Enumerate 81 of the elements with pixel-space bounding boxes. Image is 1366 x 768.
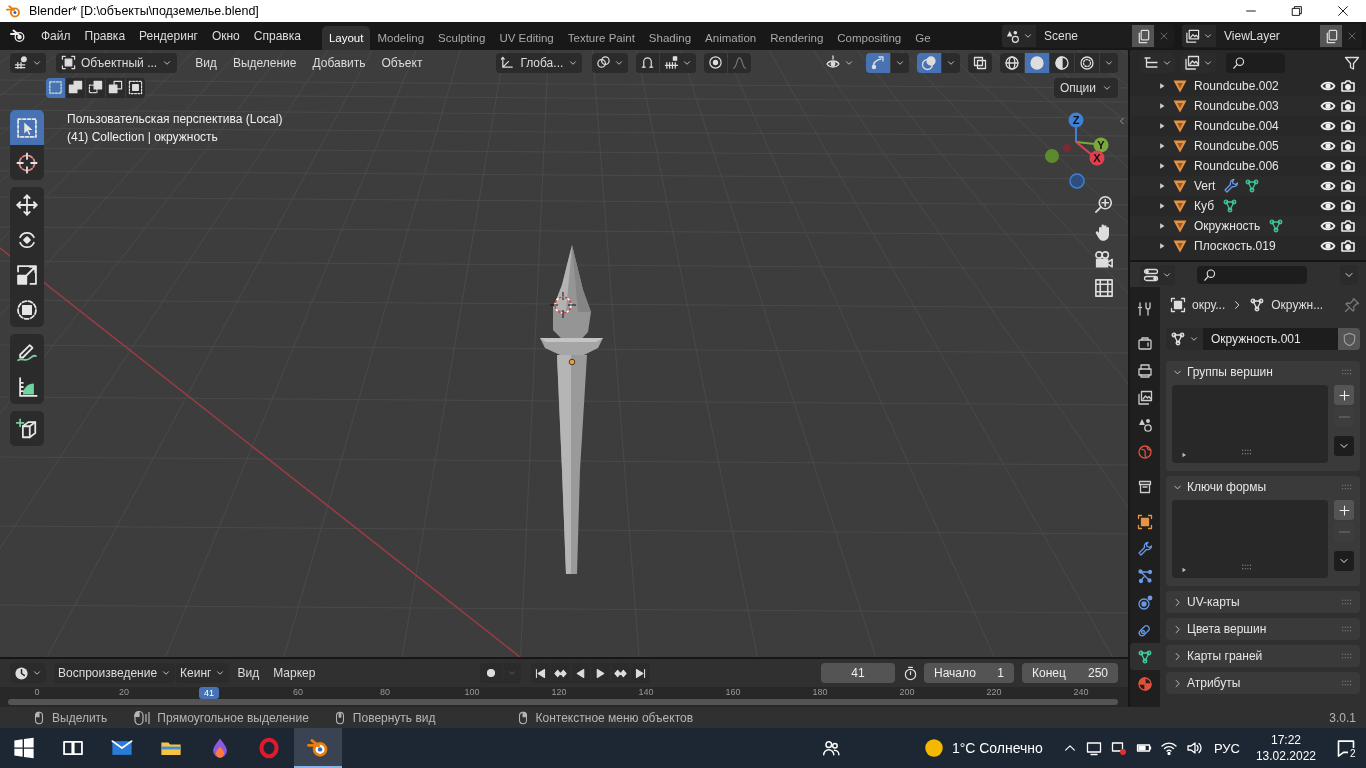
- workspace-tab[interactable]: Sculpting: [431, 26, 493, 50]
- frame-tick-label: 100: [464, 687, 480, 697]
- panel-title[interactable]: Ключи формы: [1187, 480, 1267, 494]
- menu-item[interactable]: Окно: [204, 29, 247, 43]
- axis-label: Z: [1072, 114, 1080, 126]
- frame-tick-label: 140: [638, 687, 654, 697]
- clock-date[interactable]: 13.02.2022: [1255, 748, 1316, 764]
- workspace-tab[interactable]: Compositing: [830, 26, 909, 50]
- hint-text: Прямоугольное выделение: [157, 710, 309, 725]
- menu-item[interactable]: Выделение: [224, 55, 305, 70]
- outliner-row[interactable]: Плоскость.019: [1130, 236, 1366, 256]
- axis-label: X: [1093, 152, 1101, 164]
- object-name: Roundcube.002: [1194, 79, 1279, 93]
- workspace-tab[interactable]: Modeling: [370, 26, 432, 50]
- outliner-row[interactable]: Roundcube.002: [1130, 76, 1366, 96]
- language-indicator[interactable]: РУС: [1207, 740, 1246, 756]
- frame-tick-label: 120: [551, 687, 567, 697]
- datablock-field[interactable]: Окружность.001: [1203, 328, 1338, 350]
- object-name: Куб: [1194, 199, 1214, 213]
- object-name: Roundcube.005: [1194, 139, 1279, 153]
- object-name: Окружность: [1194, 219, 1261, 233]
- breadcrumb-item[interactable]: окру...: [1192, 298, 1226, 312]
- workspace-tab[interactable]: Ge: [908, 26, 938, 50]
- object-name: Vert: [1194, 179, 1216, 193]
- menu-dropdown[interactable]: Воспроизведение: [54, 663, 176, 683]
- start-frame-field[interactable]: Начало 1: [924, 663, 1014, 683]
- breadcrumb-item[interactable]: Окружн...: [1271, 298, 1324, 312]
- menu-item[interactable]: Добавить: [304, 55, 374, 70]
- panel-title[interactable]: UV-карты: [1187, 595, 1240, 609]
- frame-tick-label: 20: [119, 687, 129, 697]
- workspace-tab[interactable]: Texture Paint: [560, 26, 642, 50]
- outliner-row[interactable]: Куб: [1130, 196, 1366, 216]
- menu-item[interactable]: Справка: [246, 29, 308, 43]
- frame-tick-label: 60: [293, 687, 303, 697]
- menu-item[interactable]: Файл: [34, 29, 78, 43]
- window-title: Blender* [D:\объекты\подземелье.blend]: [29, 4, 260, 18]
- clock-time[interactable]: 17:22: [1270, 732, 1301, 748]
- object-name: Roundcube.004: [1194, 119, 1279, 133]
- hint-text: Выделить: [52, 710, 108, 725]
- version-text: 3.0.1: [1329, 710, 1356, 725]
- frame-tick-label: 220: [986, 687, 1002, 697]
- playhead[interactable]: 41: [199, 687, 219, 699]
- panel-title[interactable]: Цвета вершин: [1187, 622, 1267, 636]
- mode-dropdown[interactable]: Объектный ...: [56, 52, 178, 73]
- notification-count: 2: [1348, 748, 1358, 759]
- frame-tick-label: 0: [34, 687, 40, 697]
- menu-item[interactable]: Рендеринг: [132, 29, 205, 43]
- axis-label: Y: [1097, 139, 1105, 151]
- menu-item[interactable]: Объект: [373, 55, 431, 70]
- frame-tick-label: 200: [899, 687, 915, 697]
- panel-title[interactable]: Карты граней: [1187, 649, 1263, 663]
- panel-title[interactable]: Атрибуты: [1187, 676, 1241, 690]
- viewport-info-text: Пользовательская перспектива (Local): [67, 111, 283, 128]
- viewport-info-text: (41) Collection | окружность: [67, 129, 219, 146]
- outliner-row[interactable]: Roundcube.004: [1130, 116, 1366, 136]
- menu-item[interactable]: Правка: [77, 29, 133, 43]
- object-name: Плоскость.019: [1194, 239, 1276, 253]
- menu-dropdown[interactable]: Кеинг: [176, 663, 230, 683]
- workspace-tab[interactable]: Layout: [321, 26, 371, 50]
- orientation-dropdown[interactable]: Глоба...: [496, 52, 583, 73]
- workspace-tab[interactable]: Shading: [641, 26, 699, 50]
- options-dropdown[interactable]: Опции: [1053, 77, 1118, 98]
- frame-tick-label: 180: [812, 687, 828, 697]
- object-name: Roundcube.006: [1194, 159, 1279, 173]
- menu-item[interactable]: Маркер: [266, 666, 323, 680]
- outliner-row[interactable]: Roundcube.006: [1130, 156, 1366, 176]
- hint-text: Повернуть вид: [352, 710, 436, 725]
- frame-field[interactable]: 41: [821, 663, 895, 683]
- panel-title[interactable]: Группы вершин: [1187, 365, 1273, 379]
- frame-tick-label: 240: [1073, 687, 1089, 697]
- menu-item[interactable]: Вид: [230, 666, 267, 680]
- weather-button[interactable]: 1°C Солнечно: [917, 728, 1049, 768]
- frame-tick-label: 80: [380, 687, 390, 697]
- object-name: Roundcube.003: [1194, 99, 1279, 113]
- workspace-tab[interactable]: UV Editing: [492, 26, 561, 50]
- end-frame-field[interactable]: Конец 250: [1022, 663, 1118, 683]
- workspace-tab[interactable]: Rendering: [763, 26, 831, 50]
- hint-text: Контекстное меню объектов: [535, 710, 694, 725]
- menu-item[interactable]: Вид: [187, 55, 225, 70]
- workspace-tab[interactable]: Animation: [698, 26, 764, 50]
- frame-tick-label: 160: [725, 687, 741, 697]
